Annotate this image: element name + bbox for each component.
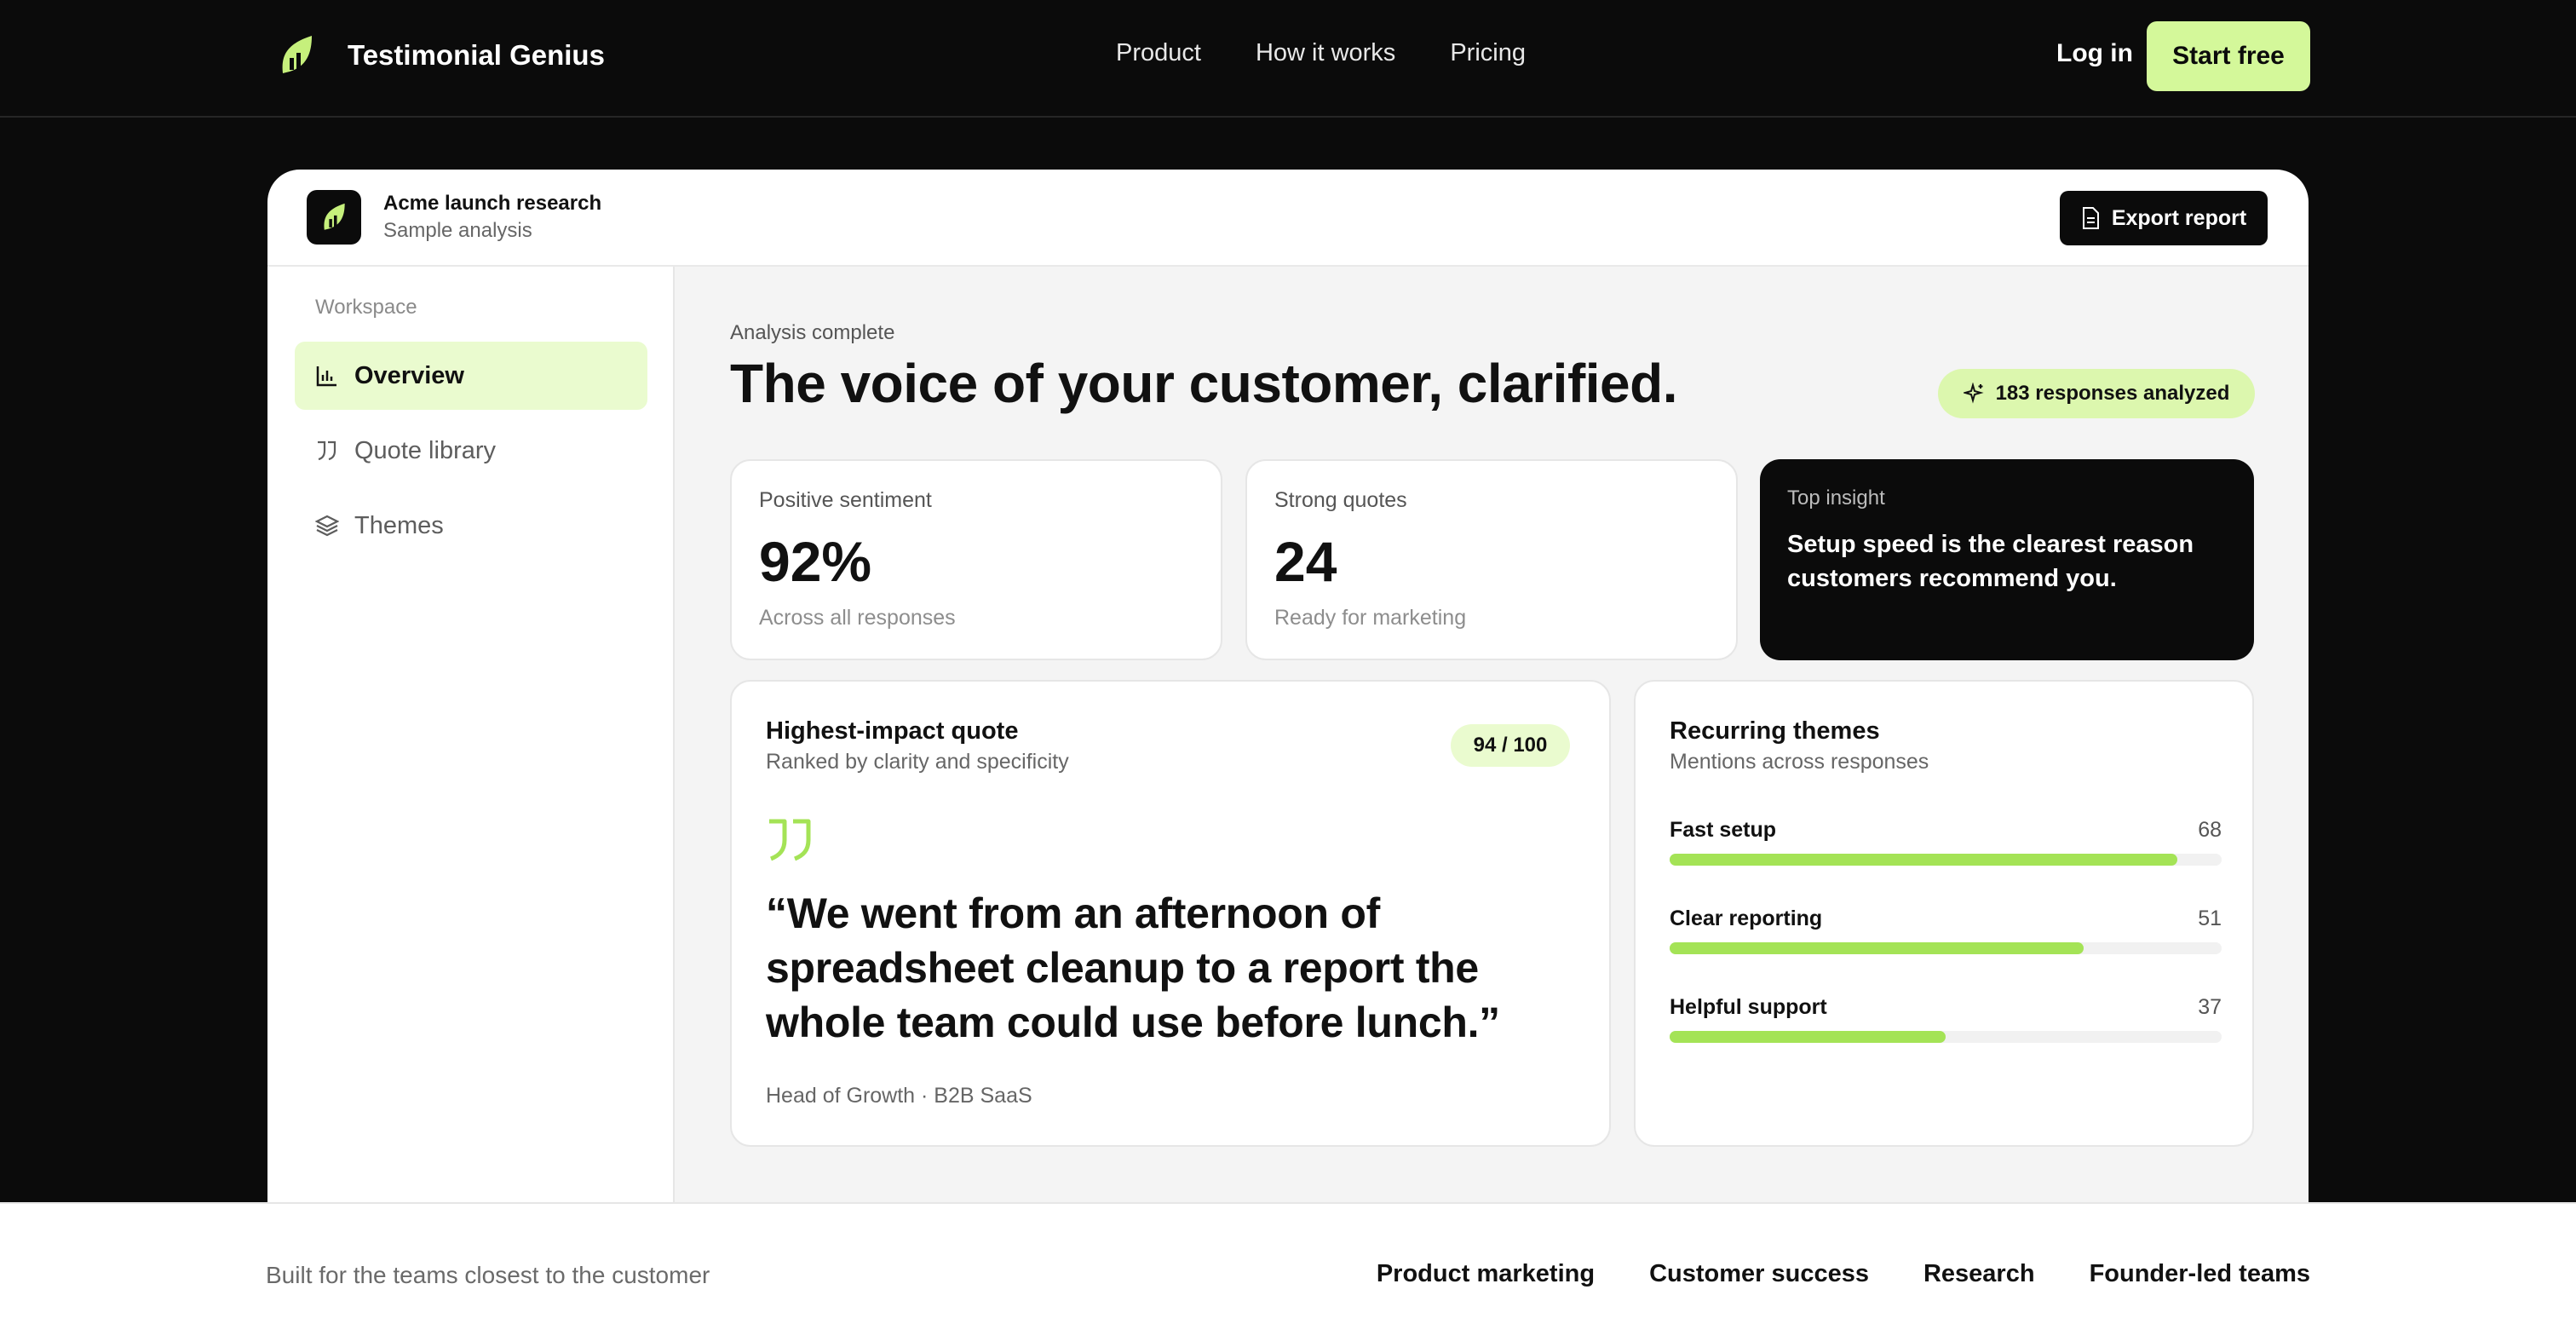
responses-count: 183 responses analyzed (1995, 382, 2230, 405)
theme-bar-fill (1670, 854, 2178, 866)
theme-count: 68 (2198, 818, 2222, 842)
nav-link-product[interactable]: Product (1116, 39, 1201, 67)
audience-founder-led-teams: Founder-led teams (2089, 1260, 2310, 1287)
sparkle-icon (1963, 383, 1984, 404)
stat-value: 92% (759, 530, 872, 593)
sidebar-item-overview[interactable]: Overview (295, 342, 647, 410)
quote-icon (318, 440, 336, 461)
quote-mark-icon (769, 819, 811, 861)
recurring-themes-card: Recurring themes Mentions across respons… (1634, 680, 2254, 1147)
sidebar-item-label: Overview (354, 361, 464, 389)
page-title: The voice of your customer, clarified. (730, 353, 1678, 414)
theme-count: 51 (2198, 907, 2222, 930)
analysis-status: Analysis complete (730, 321, 895, 344)
sidebar-item-quote-library[interactable]: Quote library (295, 417, 647, 485)
audience-band: Built for the teams closest to the custo… (0, 1202, 2576, 1324)
project-logo-icon (307, 190, 361, 245)
login-link[interactable]: Log in (2056, 39, 2133, 68)
audience-tagline: Built for the teams closest to the custo… (266, 1262, 710, 1288)
main-panel: Analysis complete The voice of your cust… (675, 267, 2309, 1202)
leaf-logo-icon (282, 36, 312, 73)
theme-name: Helpful support (1670, 995, 1827, 1019)
themes-card-title: Recurring themes (1670, 717, 1880, 745)
nav-link-pricing[interactable]: Pricing (1450, 39, 1526, 67)
stat-card-quotes: Strong quotes 24 Ready for marketing (1245, 459, 1738, 660)
quote-attribution: Head of Growth · B2B SaaS (766, 1084, 1032, 1108)
sidebar: Workspace Overview Quote library Themes (267, 267, 675, 1202)
insight-label: Top insight (1787, 486, 1885, 509)
responses-badge: 183 responses analyzed (1938, 369, 2255, 418)
export-report-label: Export report (2111, 205, 2247, 230)
nav-link-how-it-works[interactable]: How it works (1256, 39, 1395, 67)
sidebar-section-label: Workspace (315, 296, 417, 319)
theme-name: Fast setup (1670, 818, 1777, 842)
theme-bar-fill (1670, 1031, 1946, 1043)
app-header: Acme launch research Sample analysis Exp… (267, 170, 2309, 267)
stat-label: Positive sentiment (759, 488, 932, 512)
theme-count: 37 (2198, 995, 2222, 1019)
sidebar-item-label: Quote library (354, 436, 497, 464)
theme-row: Helpful support 37 (1670, 995, 2222, 1063)
project-subtitle: Sample analysis (383, 219, 532, 242)
audience-product-marketing: Product marketing (1376, 1260, 1596, 1287)
quote-score-badge: 94 / 100 (1451, 724, 1570, 767)
audience-customer-success: Customer success (1649, 1260, 1869, 1287)
audience-list: Product marketing Customer success Resea… (1377, 1260, 2310, 1288)
theme-bar-track (1670, 854, 2222, 866)
sidebar-item-label: Themes (354, 511, 444, 539)
theme-bar-fill (1670, 942, 2084, 954)
theme-bar-track (1670, 1031, 2222, 1043)
insight-text: Setup speed is the clearest reason custo… (1787, 531, 2194, 592)
project-title: Acme launch research (383, 192, 602, 215)
bar-chart-icon (316, 366, 336, 387)
document-icon (2082, 207, 2099, 229)
theme-row: Fast setup 68 (1670, 818, 2222, 886)
brand[interactable]: Testimonial Genius (278, 32, 605, 78)
app-preview: Acme launch research Sample analysis Exp… (267, 170, 2309, 1202)
top-nav: Testimonial Genius Product How it works … (0, 0, 2576, 118)
quote-card-subtitle: Ranked by clarity and specificity (766, 750, 1069, 774)
theme-name: Clear reporting (1670, 907, 1823, 930)
start-free-button[interactable]: Start free (2147, 21, 2310, 91)
quote-card-title: Highest-impact quote (766, 717, 1019, 745)
stat-caption: Across all responses (759, 606, 956, 630)
quote-text: “We went from an afternoon of spreadshee… (766, 889, 1500, 1046)
sidebar-item-themes[interactable]: Themes (295, 492, 647, 560)
export-report-button[interactable]: Export report (2060, 191, 2268, 245)
primary-nav: Product How it works Pricing (1116, 39, 1526, 67)
theme-row: Clear reporting 51 (1670, 907, 2222, 975)
stat-label: Strong quotes (1274, 488, 1407, 512)
brand-name: Testimonial Genius (348, 39, 605, 71)
theme-bar-track (1670, 942, 2222, 954)
stat-caption: Ready for marketing (1274, 606, 1467, 630)
layers-icon (315, 515, 339, 537)
highest-impact-quote-card: Highest-impact quote Ranked by clarity a… (730, 680, 1611, 1147)
stat-value: 24 (1274, 530, 1337, 593)
stat-card-sentiment: Positive sentiment 92% Across all respon… (730, 459, 1222, 660)
themes-card-subtitle: Mentions across responses (1670, 750, 1929, 774)
audience-research: Research (1923, 1260, 2035, 1287)
top-insight-card: Top insight Setup speed is the clearest … (1760, 459, 2254, 660)
